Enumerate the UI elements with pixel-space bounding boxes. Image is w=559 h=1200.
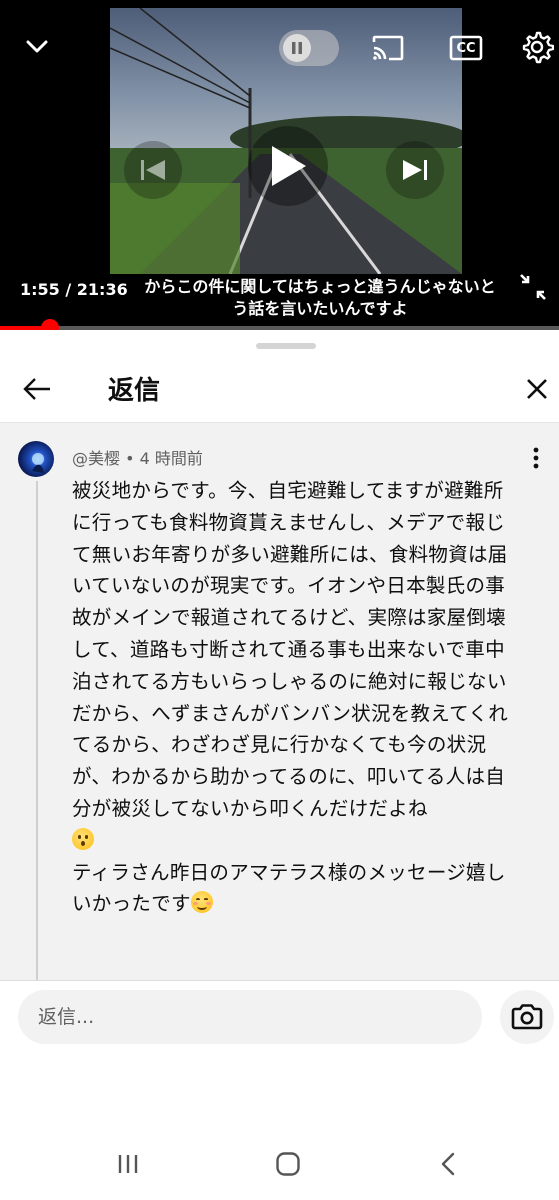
fullscreen-button[interactable] — [514, 268, 552, 306]
composer-divider — [0, 980, 559, 981]
sheet-title: 返信 — [108, 376, 161, 406]
comment-body: 被災地からです。今、自宅避難してますが避難所に行っても食料物資貰えませんし、メデ… — [72, 475, 522, 920]
cast-button[interactable] — [368, 28, 408, 68]
comment-text: 被災地からです。今、自宅避難してますが避難所に行っても食料物資貰えませんし、メデ… — [72, 479, 508, 820]
close-button[interactable] — [516, 368, 558, 410]
arrow-left-icon — [23, 378, 50, 400]
hushed-face-emoji — [72, 827, 94, 850]
progress-track[interactable] — [0, 326, 559, 330]
next-button[interactable] — [386, 141, 444, 199]
minimize-button[interactable] — [18, 28, 56, 66]
exit-fullscreen-icon — [520, 274, 546, 300]
parent-comment: @美樱 • 4 時間前 被災地からです。今、自宅避難してますが避難所に行っても食… — [0, 423, 559, 980]
skip-next-icon — [403, 160, 427, 180]
comment-text-2: ティラさん昨日のアマテラス様のメッセージ嬉しいかったです — [72, 860, 506, 916]
back-chevron-icon — [441, 1152, 455, 1176]
video-caption: からこの件に関してはちょっと違うんじゃないと う話を言いたいんですよ — [144, 277, 496, 318]
sheet-header: 返信 — [0, 356, 559, 422]
home-icon — [276, 1152, 300, 1176]
autoplay-toggle[interactable] — [279, 30, 339, 66]
drag-handle[interactable] — [256, 343, 316, 349]
cc-label: CC — [456, 40, 476, 56]
avatar[interactable] — [18, 441, 54, 477]
comment-age: 4 時間前 — [139, 449, 203, 468]
recent-apps-icon — [118, 1155, 138, 1173]
reply-input[interactable] — [18, 990, 482, 1044]
back-button[interactable] — [16, 368, 58, 410]
captions-button[interactable]: CC — [446, 28, 486, 68]
settings-button[interactable] — [516, 26, 558, 68]
home-button[interactable] — [264, 1142, 312, 1186]
smiling-face-emoji — [190, 891, 213, 914]
time-readout: 1:55 / 21:36 — [20, 280, 128, 299]
chevron-down-icon — [26, 40, 48, 53]
play-icon — [272, 146, 306, 186]
pause-icon — [283, 34, 311, 62]
meta-separator: • — [120, 449, 140, 468]
thread-line — [36, 481, 38, 980]
system-navigation-bar — [0, 1128, 559, 1200]
camera-icon — [511, 1004, 543, 1030]
cast-icon — [372, 35, 404, 61]
recent-apps-button[interactable] — [104, 1142, 152, 1186]
close-icon — [527, 379, 547, 399]
video-player[interactable]: CC からこの件に関してはちょっと違うんじゃないと う話を言いたいんですよ 1:… — [0, 0, 559, 330]
comment-menu-button[interactable] — [522, 441, 550, 475]
skip-previous-icon — [141, 160, 165, 180]
play-button[interactable] — [248, 126, 328, 206]
progress-scrubber[interactable] — [41, 319, 59, 330]
previous-button[interactable] — [124, 141, 182, 199]
comment-meta: @美樱 • 4 時間前 — [72, 445, 203, 469]
camera-button[interactable] — [500, 990, 554, 1044]
system-back-button[interactable] — [424, 1142, 472, 1186]
gear-icon — [522, 31, 554, 64]
more-vertical-icon — [533, 447, 539, 469]
replies-sheet: 返信 @美樱 • 4 時間前 被災地からです。今、自宅避難してますが避難所に行っ… — [0, 332, 559, 1200]
comment-author[interactable]: @美樱 — [72, 449, 120, 468]
